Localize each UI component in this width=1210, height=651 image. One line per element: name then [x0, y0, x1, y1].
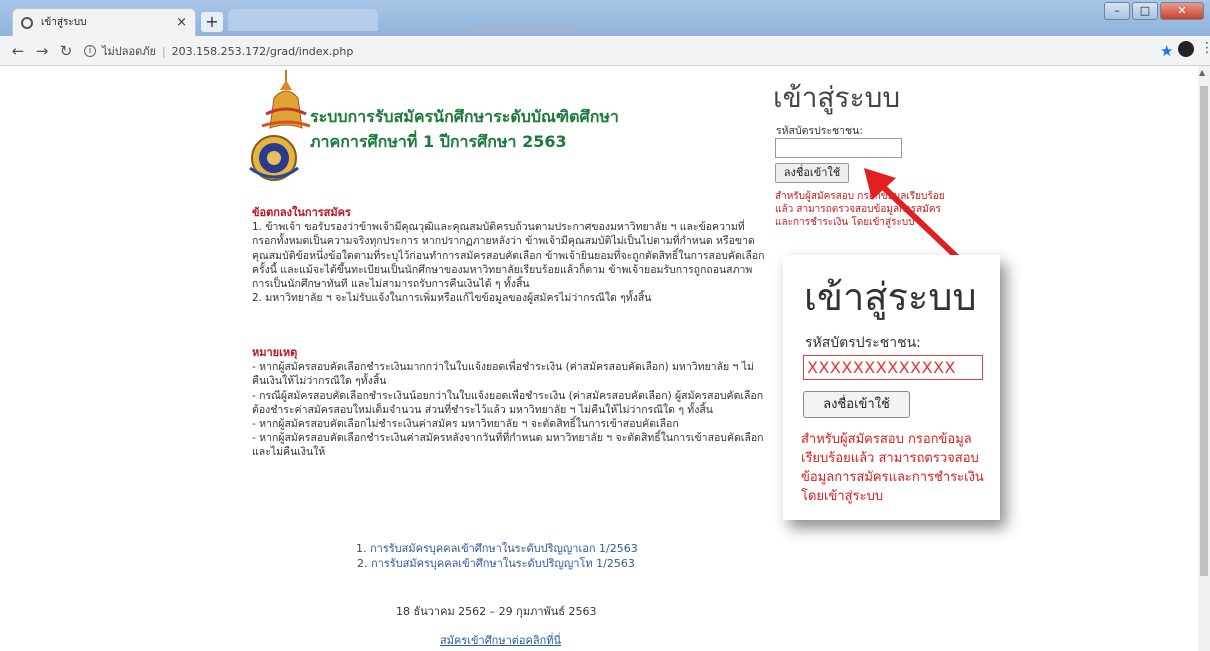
- terms-item: 1. ข้าพเจ้า ขอรับรองว่าข้าพเจ้ามีคุณวุฒิ…: [252, 221, 765, 291]
- notes-heading: หมายเหตุ: [252, 346, 298, 359]
- forward-arrow-icon[interactable]: →: [30, 42, 54, 60]
- info-icon[interactable]: i: [84, 45, 96, 57]
- callout-note-line: โดยเข้าสู่ระบบ: [801, 489, 884, 504]
- browser-toolbar: ← → ↻ i ไม่ปลอดภัย | 203.158.253.172/gra…: [0, 36, 1210, 66]
- callout-id-input[interactable]: XXXXXXXXXXXXX: [803, 355, 983, 380]
- program-link-masters[interactable]: การรับสมัครบุคคลเข้าศึกษาในระดับปริญญาโท…: [371, 557, 635, 570]
- terms-heading: ข้อตกลงในการสมัคร: [252, 206, 351, 219]
- minimize-button[interactable]: –: [1104, 2, 1130, 20]
- zoomed-login-callout: เข้าสู่ระบบ รหัสบัตรประชาชน: XXXXXXXXXXX…: [783, 255, 1000, 520]
- callout-id-label: รหัสบัตรประชาชน:: [805, 335, 921, 351]
- profile-avatar-icon[interactable]: [1178, 41, 1194, 57]
- annotation-arrow-icon: [864, 168, 963, 263]
- university-logo: [249, 70, 310, 181]
- favicon-icon: [21, 16, 33, 29]
- blurred-tab-title: [468, 24, 578, 32]
- url-text[interactable]: 203.158.253.172/grad/index.php: [172, 45, 354, 58]
- tab-title: เข้าสู่ระบบ: [41, 17, 87, 28]
- notes-section: หมายเหตุ - หากผู้สมัครสอบคัดเลือกชำระเงิ…: [252, 346, 767, 460]
- terms-section: ข้อตกลงในการสมัคร 1. ข้าพเจ้า ขอรับรองว่…: [252, 206, 767, 305]
- scrollbar-thumb[interactable]: [1200, 86, 1208, 576]
- security-label: ไม่ปลอดภัย: [102, 45, 156, 58]
- tab-close-icon[interactable]: ×: [176, 15, 187, 30]
- callout-login-button[interactable]: ลงชื่อเข้าใช้: [803, 391, 910, 418]
- callout-note-line: เรียบร้อยแล้ว สามารถตรวจสอบ: [801, 451, 979, 466]
- notes-item: - กรณีผู้สมัครสอบคัดเลือกชำระเงินน้อยกว่…: [252, 389, 764, 416]
- program-number: 2.: [357, 557, 368, 570]
- new-tab-button[interactable]: +: [201, 12, 223, 32]
- browser-tab-inactive[interactable]: [228, 9, 578, 32]
- url-separator: |: [161, 44, 166, 58]
- menu-kebab-icon[interactable]: ⋮: [1200, 40, 1210, 56]
- callout-note-line: ข้อมูลการสมัครและการชำระเงิน: [801, 470, 984, 485]
- login-title: เข้าสู่ระบบ: [773, 81, 901, 114]
- address-bar[interactable]: i ไม่ปลอดภัย | 203.158.253.172/grad/inde…: [84, 40, 1132, 62]
- close-window-button[interactable]: ✕: [1160, 2, 1204, 20]
- notes-item: - หากผู้สมัครสอบคัดเลือกชำระเงินมากกว่าใ…: [252, 361, 754, 388]
- bookmark-star-icon[interactable]: ★: [1160, 42, 1173, 60]
- application-date-range: 18 ธันวาคม 2562 – 29 กุมภาพันธ์ 2563: [396, 605, 597, 618]
- terms-item: 2. มหาวิทยาลัย ฯ จะไม่รับแจ้งในการเพิ่มห…: [252, 292, 652, 305]
- window-controls: – □ ✕: [1104, 2, 1204, 20]
- id-card-input[interactable]: [775, 138, 902, 158]
- site-title: ระบบการรับสมัครนักศึกษาระดับบัณฑิตศึกษา …: [310, 104, 619, 154]
- callout-note: สำหรับผู้สมัครสอบ กรอกข้อมูล เรียบร้อยแล…: [801, 430, 996, 506]
- program-links: 1. การรับสมัครบุคคลเข้าศึกษาในระดับปริญญ…: [356, 541, 638, 571]
- login-button[interactable]: ลงชื่อเข้าใช้: [775, 163, 849, 183]
- scroll-up-arrow-icon[interactable]: ▲: [1199, 68, 1205, 77]
- notes-item: - หากผู้สมัครสอบคัดเลือกชำระเงินค่าสมัคร…: [252, 432, 764, 459]
- browser-tab-active[interactable]: เข้าสู่ระบบ ×: [12, 8, 196, 36]
- program-link-row: 1. การรับสมัครบุคคลเข้าศึกษาในระดับปริญญ…: [356, 541, 638, 556]
- reload-icon[interactable]: ↻: [54, 42, 78, 60]
- program-link-row: 2. การรับสมัครบุคคลเข้าศึกษาในระดับปริญญ…: [356, 556, 638, 571]
- back-arrow-icon[interactable]: ←: [6, 42, 30, 60]
- program-number: 1.: [356, 542, 367, 555]
- program-link-phd[interactable]: การรับสมัครบุคคลเข้าศึกษาในระดับปริญญาเอ…: [370, 542, 638, 555]
- notes-item: - หากผู้สมัครสอบคัดเลือกไม่ชำระเงินค่าสม…: [252, 418, 679, 431]
- id-card-label: รหัสบัตรประชาชน:: [776, 125, 863, 137]
- apply-link[interactable]: สมัครเข้าศึกษาต่อคลิกที่นี่: [440, 631, 561, 649]
- browser-window: เข้าสู่ระบบ × + – □ ✕ ← → ↻ i ไม่ปลอดภัย…: [0, 0, 1210, 651]
- site-title-line2: ภาคการศึกษาที่ 1 ปีการศึกษา 2563: [310, 132, 567, 151]
- maximize-button[interactable]: □: [1132, 2, 1158, 20]
- callout-note-line: สำหรับผู้สมัครสอบ กรอกข้อมูล: [801, 432, 972, 447]
- callout-title: เข้าสู่ระบบ: [804, 275, 977, 319]
- site-title-line1: ระบบการรับสมัครนักศึกษาระดับบัณฑิตศึกษา: [310, 107, 619, 126]
- title-bar: เข้าสู่ระบบ × + – □ ✕: [0, 0, 1210, 36]
